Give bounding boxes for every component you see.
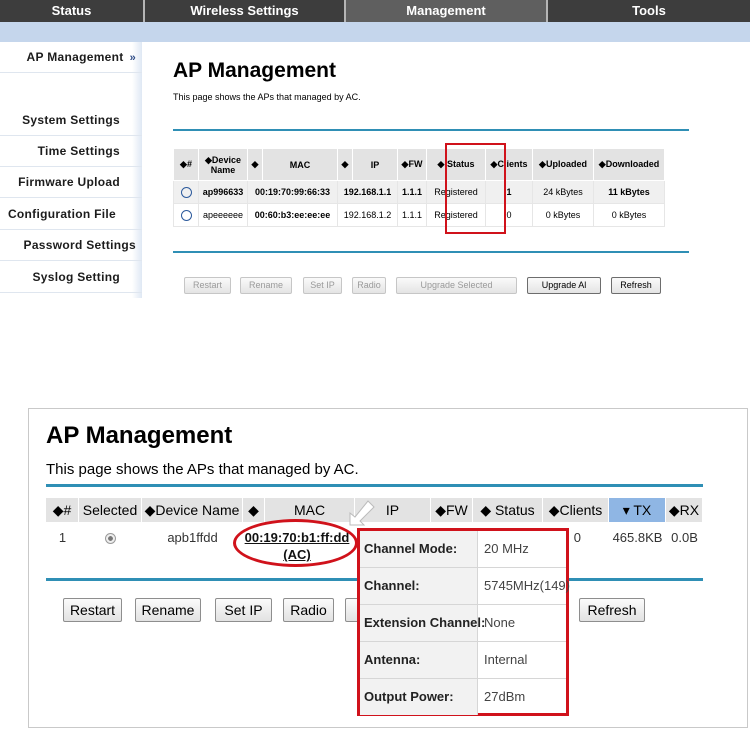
radio-icon	[180, 209, 192, 221]
table-row: apeeeeee 00:60:b3:ee:ee:ee 192.168.1.2 1…	[173, 203, 665, 227]
cell-mac: 00:19:70:99:66:33	[247, 180, 338, 204]
set-ip-button[interactable]: Set IP	[303, 277, 342, 294]
tooltip-row: Channel Mode: 20 MHz	[360, 531, 566, 568]
cell-uploaded: 24 kBytes	[532, 180, 594, 204]
sidebar-item-syslog-setting[interactable]: Syslog Setting	[0, 262, 142, 293]
tooltip-label: Extension Channel:	[360, 605, 485, 641]
row-select-radio[interactable]	[79, 527, 142, 549]
tooltip-row: Extension Channel: None	[360, 605, 566, 642]
radio-icon	[105, 533, 116, 545]
column-header-index[interactable]: ◆#	[173, 148, 199, 181]
restart-button[interactable]: Restart	[184, 277, 231, 294]
sidebar-item-label: AP Management	[26, 50, 124, 64]
tab-status[interactable]: Status	[0, 0, 145, 22]
rename-button[interactable]: Rename	[135, 598, 201, 622]
tooltip-value: None	[484, 615, 516, 630]
cell-index: 1	[58, 530, 67, 545]
cell-downloaded: 11 kBytes	[593, 180, 665, 204]
column-header-index[interactable]: ◆#	[46, 498, 79, 522]
restart-button[interactable]: Restart	[63, 598, 122, 622]
tooltip-label: Channel:	[360, 568, 478, 604]
sidebar: AP Management » System Settings Time Sett…	[0, 42, 142, 298]
cell-fw: 1.1.1	[397, 180, 427, 204]
tab-wireless-settings[interactable]: Wireless Settings	[145, 0, 346, 22]
column-header-mac[interactable]: MAC	[262, 148, 338, 181]
tooltip-row: Output Power: 27dBm	[360, 679, 566, 716]
tab-management[interactable]: Management	[346, 0, 548, 22]
column-header-uploaded[interactable]: ◆Uploaded	[532, 148, 594, 181]
ap-table: ◆# ◆Device Name ◆ MAC ◆ IP ◆FW ◆ Status …	[173, 148, 665, 227]
sidebar-item-password-settings[interactable]: Password Settings	[0, 230, 142, 261]
cell-ip: 192.168.1.1	[337, 180, 398, 204]
table-header-row: ◆# ◆Device Name ◆ MAC ◆ IP ◆FW ◆ Status …	[173, 148, 665, 181]
refresh-button[interactable]: Refresh	[579, 598, 645, 622]
column-header-status[interactable]: ◆ Status	[473, 498, 543, 522]
column-header-clients[interactable]: ◆Clients	[543, 498, 609, 522]
radio-button[interactable]: Radio	[352, 277, 386, 294]
rename-button[interactable]: Rename	[240, 277, 292, 294]
table-row: ap996633 00:19:70:99:66:33 192.168.1.1 1…	[173, 180, 665, 204]
row-select-radio[interactable]	[173, 203, 199, 227]
tooltip-label: Channel Mode:	[360, 531, 478, 567]
tooltip-row: Channel: 5745MHz(149)	[360, 568, 570, 605]
tooltip-value: Internal	[484, 652, 528, 667]
cell-ip: 192.168.1.2	[337, 203, 398, 227]
tab-tools[interactable]: Tools	[548, 0, 750, 22]
column-header-tx[interactable]: ▾ TX	[609, 498, 666, 522]
column-header-device-name[interactable]: ◆Device Name	[142, 498, 243, 522]
column-header-mac[interactable]: MAC	[265, 498, 355, 522]
subnav-bar	[0, 22, 750, 42]
cell-uploaded: 0 kBytes	[532, 203, 594, 227]
tooltip-value: 20 MHz	[484, 541, 529, 556]
column-header-downloaded[interactable]: ◆Downloaded	[593, 148, 665, 181]
sidebar-item-ap-management[interactable]: AP Management »	[0, 42, 142, 73]
upgrade-all-button[interactable]: Upgrade Al	[527, 277, 601, 294]
page-description: This page shows the APs that managed by …	[46, 461, 359, 478]
cell-device-name: apb1ffdd	[167, 530, 218, 545]
status-highlight-box	[445, 143, 506, 234]
ap-info-tooltip: Channel Mode: 20 MHz Channel: 5745MHz(14…	[357, 528, 570, 716]
refresh-button[interactable]: Refresh	[611, 277, 661, 294]
cell-mac: 00:60:b3:ee:ee:ee	[247, 203, 338, 227]
column-header-ip-sort[interactable]: ◆	[337, 148, 353, 181]
tooltip-row: Antenna: Internal	[360, 642, 566, 679]
set-ip-button[interactable]: Set IP	[215, 598, 272, 622]
column-header-ip[interactable]: IP	[352, 148, 398, 181]
column-header-fw[interactable]: ◆FW	[397, 148, 427, 181]
page-title: AP Management	[46, 422, 233, 449]
column-header-device-name[interactable]: ◆Device Name	[198, 148, 248, 181]
radio-button[interactable]: Radio	[283, 598, 334, 622]
cell-device-name: ap996633	[198, 180, 248, 204]
row-select-radio[interactable]	[173, 180, 199, 204]
cell-downloaded: 0 kBytes	[593, 203, 665, 227]
page-description: This page shows the APs that managed by …	[173, 92, 361, 102]
sidebar-item-system-settings[interactable]: System Settings	[0, 105, 142, 136]
pointer-arrow-icon	[349, 500, 375, 526]
cell-fw: 1.1.1	[397, 203, 427, 227]
sidebar-item-configuration-file[interactable]: Configuration File	[0, 199, 142, 230]
sidebar-item-time-settings[interactable]: Time Settings	[0, 136, 142, 167]
column-header-mac-sort[interactable]: ◆	[243, 498, 265, 522]
radio-icon	[180, 186, 192, 198]
sidebar-item-firmware-upload[interactable]: Firmware Upload	[0, 167, 142, 198]
divider	[46, 484, 703, 487]
column-header-selected[interactable]: Selected	[79, 498, 142, 522]
column-header-mac-sort[interactable]: ◆	[247, 148, 263, 181]
tooltip-label: Antenna:	[360, 642, 478, 678]
divider	[173, 251, 689, 253]
column-header-fw[interactable]: ◆FW	[431, 498, 473, 522]
tooltip-value: 5745MHz(149)	[484, 578, 570, 593]
tooltip-label: Output Power:	[360, 679, 478, 715]
mac-highlight-ellipse	[233, 519, 358, 567]
page-title: AP Management	[173, 59, 336, 82]
upgrade-selected-button[interactable]: Upgrade Selected	[396, 277, 517, 294]
divider	[173, 129, 689, 131]
cell-device-name: apeeeeee	[198, 203, 248, 227]
cell-tx: 465.8KB	[612, 530, 663, 545]
top-navigation: Status Wireless Settings Management Tool…	[0, 0, 750, 22]
tooltip-value: 27dBm	[484, 689, 526, 704]
column-header-rx[interactable]: ◆RX	[666, 498, 703, 522]
double-chevron-icon: »	[129, 52, 136, 64]
cell-rx: 0.0B	[671, 530, 698, 545]
